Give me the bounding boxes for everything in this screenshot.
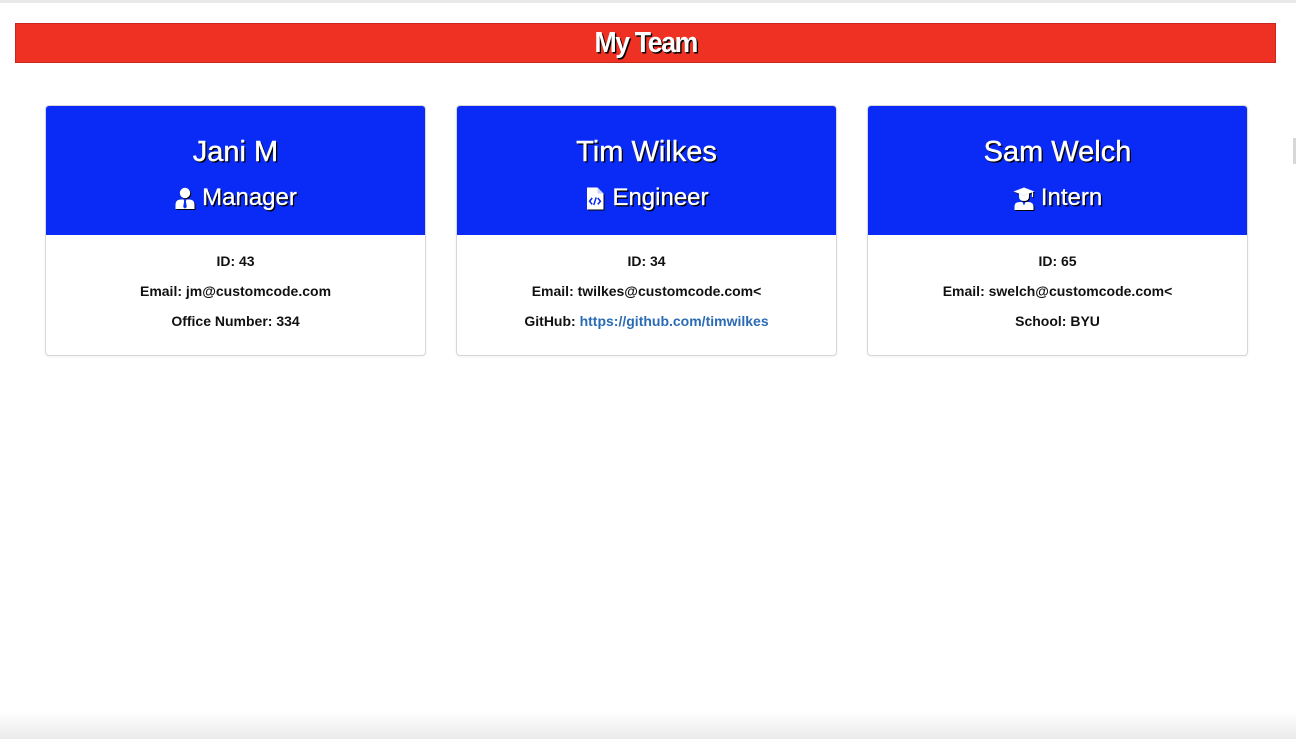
- office-number: Office Number: 334: [171, 313, 300, 329]
- employee-id: ID: 34: [627, 253, 666, 269]
- page-title: My Team: [594, 26, 698, 59]
- employee-email: Email: jm@customcode.com: [139, 283, 332, 299]
- employee-email: Email: swelch@customcode.com<: [942, 283, 1173, 299]
- card-body: ID: 43 Email: jm@customcode.com Office N…: [46, 235, 425, 342]
- github-label: GitHub:: [524, 313, 580, 329]
- github-link[interactable]: https://github.com/timwilkes: [580, 313, 769, 329]
- school: School: BYU: [1015, 313, 1100, 329]
- employee-id: ID: 65: [1038, 253, 1077, 269]
- employee-role: Engineer: [457, 183, 836, 213]
- employee-id: ID: 43: [216, 253, 255, 269]
- role-label: Manager: [202, 184, 297, 211]
- card-header: Jani M Manager: [46, 106, 425, 235]
- card-header: Tim Wilkes Engineer: [457, 106, 836, 235]
- employee-email: Email: twilkes@customcode.com<: [531, 283, 762, 299]
- employee-name: Tim Wilkes: [576, 136, 717, 168]
- file-code-icon: [584, 186, 606, 210]
- employee-card-manager: Jani M Manager ID: 43 Email: jm@customco…: [45, 105, 426, 356]
- employee-role: Manager: [46, 183, 425, 213]
- user-tie-icon: [174, 186, 196, 210]
- bottom-shadow: [0, 711, 1296, 739]
- employee-role: Intern: [868, 183, 1247, 213]
- employee-name: Jani M: [192, 136, 279, 168]
- card-body: ID: 34 Email: twilkes@customcode.com< Gi…: [457, 235, 836, 342]
- role-label: Intern: [1040, 184, 1103, 211]
- card-body: ID: 65 Email: swelch@customcode.com< Sch…: [868, 235, 1247, 342]
- page-header: My Team: [15, 23, 1276, 63]
- employee-name: Sam Welch: [983, 136, 1132, 168]
- user-graduate-icon: [1013, 186, 1035, 210]
- employee-card-engineer: Tim Wilkes Engineer ID: 34 Email: twilke…: [456, 105, 837, 356]
- employee-card-intern: Sam Welch Intern ID: 65 Email: swelch@cu…: [867, 105, 1248, 356]
- card-header: Sam Welch Intern: [868, 106, 1247, 235]
- github-line: GitHub: https://github.com/timwilkes: [457, 312, 836, 342]
- top-border: [0, 0, 1296, 3]
- role-label: Engineer: [612, 184, 709, 211]
